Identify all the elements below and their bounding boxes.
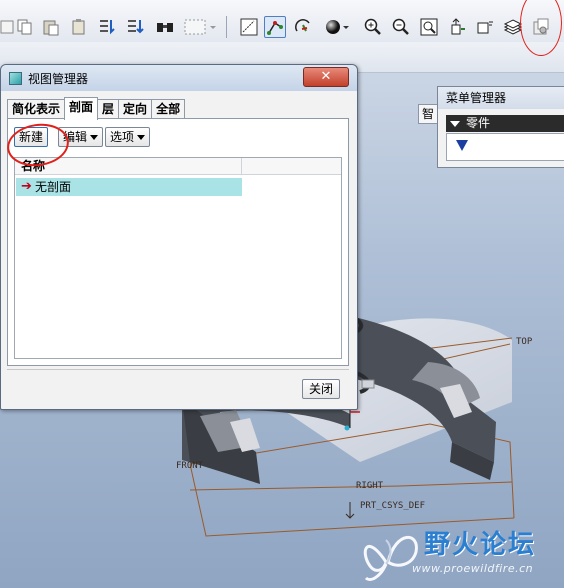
watermark-title: 野火论坛 (424, 530, 537, 560)
dialog-titlebar[interactable]: 视图管理器 ✕ (1, 65, 357, 91)
intent-button[interactable]: 智 (418, 104, 438, 124)
tab-simplified-rep[interactable]: 简化表示 (7, 99, 66, 119)
menu-manager-title: 菜单管理器 (438, 87, 564, 109)
butterfly-logo-icon (363, 535, 418, 581)
front-datum-label: FRONT (176, 461, 204, 471)
xsec-list[interactable]: 名称 ➔ 无剖面 (14, 157, 342, 359)
forum-watermark: 野火论坛 www.proewildfire.cn (352, 522, 564, 588)
regenerate-icon[interactable] (96, 16, 118, 38)
menu-manager-panel: 菜单管理器 零件 (437, 86, 564, 168)
options-label: 选项 (110, 130, 135, 144)
close-button[interactable]: 关闭 (302, 379, 340, 399)
watermark-url: www.proewildfire.cn (412, 562, 534, 575)
csys-label: PRT_CSYS_DEF (360, 501, 425, 511)
datum-plane-display-icon[interactable] (264, 16, 286, 38)
list-item-label: 无剖面 (35, 180, 72, 194)
collapse-triangle-icon (450, 121, 460, 127)
refit-icon[interactable] (418, 16, 440, 38)
menu-item-part[interactable]: 零件 (446, 115, 564, 132)
tab-all[interactable]: 全部 (151, 99, 186, 119)
column-divider (241, 158, 242, 174)
copy-icon[interactable] (14, 16, 36, 38)
tab-layers[interactable]: 层 (97, 99, 120, 119)
select-box-icon[interactable] (182, 16, 208, 38)
menu-item-part-label: 零件 (466, 116, 491, 130)
view-manager-dialog: 视图管理器 ✕ 简化表示 剖面 层 定向 全部 新建 编辑 选项 名称 ➔ 无剖… (0, 64, 358, 410)
zoom-out-icon[interactable] (390, 16, 412, 38)
select-dropdown-icon[interactable] (207, 16, 219, 38)
main-toolbar (0, 0, 564, 43)
saved-views-icon[interactable] (474, 16, 496, 38)
top-datum-label: TOP (516, 337, 533, 347)
find-icon[interactable] (154, 16, 176, 38)
active-arrow-icon: ➔ (21, 179, 32, 194)
tab-orient[interactable]: 定向 (118, 99, 153, 119)
view-manager-window-icon (9, 72, 22, 85)
regenerate-manager-icon[interactable] (124, 16, 146, 38)
window-close-button[interactable]: ✕ (303, 67, 349, 87)
right-datum-label: RIGHT (356, 481, 384, 491)
tab-strip: 简化表示 剖面 层 定向 全部 (7, 97, 186, 120)
paste-icon[interactable] (40, 16, 62, 38)
named-view-icon[interactable] (238, 16, 260, 38)
toolbar-separator (226, 16, 227, 38)
tab-xsec[interactable]: 剖面 (64, 97, 99, 120)
spin-center-icon[interactable] (292, 16, 314, 38)
zoom-in-icon[interactable] (362, 16, 384, 38)
orient-icon[interactable] (446, 16, 468, 38)
paste-special-icon[interactable] (68, 16, 90, 38)
list-header[interactable]: 名称 (15, 158, 341, 175)
options-menu-button[interactable]: 选项 (105, 127, 151, 147)
blue-triangle-icon[interactable] (456, 140, 468, 151)
shading-dropdown-icon[interactable] (340, 16, 352, 38)
footer-divider (7, 369, 349, 370)
menu-manager-list (446, 133, 564, 161)
dialog-title: 视图管理器 (28, 72, 89, 86)
list-item[interactable]: ➔ 无剖面 (16, 178, 242, 196)
